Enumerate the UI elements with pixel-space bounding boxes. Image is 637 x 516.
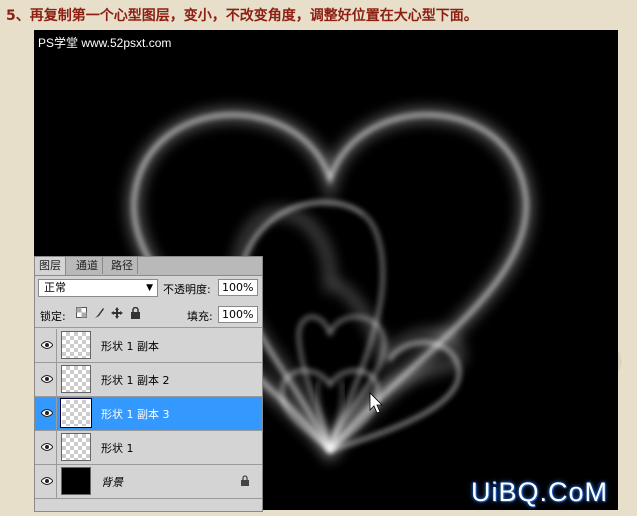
layer-row[interactable]: 形状 1 副本 <box>35 329 262 363</box>
layer-name: 形状 1 副本 <box>101 340 159 353</box>
lock-transparent-icon[interactable] <box>75 307 87 319</box>
eye-icon[interactable] <box>37 431 57 464</box>
site-watermark-top: PS学堂 www.52psxt.com <box>38 36 172 50</box>
panel-tabs: 图层 通道 路径 <box>35 257 262 276</box>
lock-fill-row: 锁定: 填充: 100% <box>35 303 262 328</box>
tab-layers[interactable]: 图层 <box>35 257 66 275</box>
layer-thumbnail <box>61 467 91 495</box>
lock-pixels-brush-icon[interactable] <box>93 307 105 319</box>
opacity-field[interactable]: 100% <box>218 279 258 296</box>
lock-label: 锁定: <box>40 310 66 323</box>
layer-name: 形状 1 副本 3 <box>101 408 170 421</box>
layer-thumbnail <box>61 399 91 427</box>
lock-icon <box>240 475 250 489</box>
layer-name: 形状 1 <box>101 442 134 455</box>
fill-field[interactable]: 100% <box>218 306 258 323</box>
layer-thumbnail <box>61 331 91 359</box>
eye-icon[interactable] <box>37 329 57 362</box>
layers-panel: 图层 通道 路径 正常 ▼ 不透明度: 100% 锁定: 填充: 100% 形状… <box>34 256 263 512</box>
layer-name: 背景 <box>101 476 123 489</box>
fill-label: 填充: <box>187 310 213 323</box>
opacity-label: 不透明度: <box>163 283 211 296</box>
layer-thumbnail <box>61 365 91 393</box>
layer-row-selected[interactable]: 形状 1 副本 3 <box>35 397 262 431</box>
tab-paths[interactable]: 路径 <box>107 257 138 274</box>
blend-mode-select[interactable]: 正常 ▼ <box>38 279 158 297</box>
tab-channels[interactable]: 通道 <box>72 257 103 274</box>
blend-opacity-row: 正常 ▼ 不透明度: 100% <box>35 277 262 301</box>
site-watermark-bottom: UiBQ.CoM <box>470 477 608 507</box>
eye-icon[interactable] <box>37 397 57 430</box>
layer-name: 形状 1 副本 2 <box>101 374 170 387</box>
step-caption: 5、再复制第一个心型图层，变小，不改变角度，调整好位置在大心型下面。 <box>6 8 478 24</box>
lock-all-icon[interactable] <box>129 306 141 319</box>
layer-thumbnail <box>61 433 91 461</box>
layer-list: 形状 1 副本 形状 1 副本 2 形状 1 副本 3 形状 1 背景 <box>35 329 262 499</box>
chevron-down-icon: ▼ <box>146 283 153 293</box>
eye-icon[interactable] <box>37 363 57 396</box>
lock-position-move-icon[interactable] <box>111 307 123 319</box>
blend-mode-value: 正常 <box>44 281 66 294</box>
layer-row[interactable]: 形状 1 副本 2 <box>35 363 262 397</box>
eye-icon[interactable] <box>37 465 57 498</box>
layer-row-background[interactable]: 背景 <box>35 465 262 499</box>
layer-row[interactable]: 形状 1 <box>35 431 262 465</box>
